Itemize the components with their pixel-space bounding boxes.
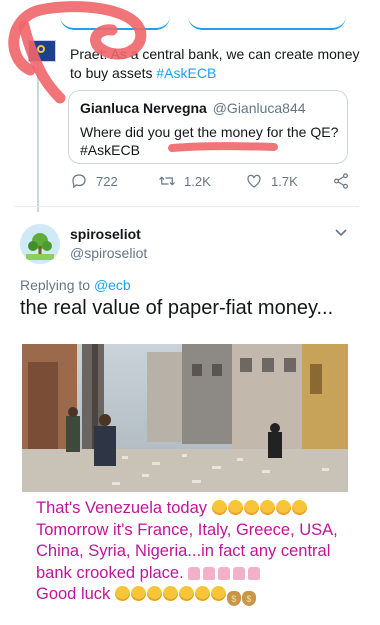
- ecb-logo-icon: [37, 45, 45, 53]
- share-button[interactable]: [332, 172, 350, 190]
- quote-author-name: Gianluca Nervegna: [80, 100, 207, 116]
- top-partial-button-left[interactable]: [60, 0, 170, 30]
- context-line1: Praet: As a central bank, we can create …: [70, 46, 360, 62]
- laughing-emoji-icon: [291, 500, 307, 515]
- chevron-down-icon[interactable]: [334, 225, 348, 243]
- user-display-name[interactable]: spiroseliot: [70, 226, 141, 242]
- replying-to-handle[interactable]: @ecb: [94, 277, 131, 293]
- laughing-emoji-icon: [130, 586, 146, 601]
- laughing-emoji-icon: [243, 500, 259, 515]
- quote-hashtag[interactable]: #AskECB: [80, 142, 140, 158]
- context-tweet-text: Praet: As a central bank, we can create …: [70, 45, 360, 83]
- ecb-avatar[interactable]: [28, 40, 56, 62]
- thumbs-up-icon: [233, 566, 246, 580]
- retweet-button[interactable]: 1.2K: [158, 172, 211, 190]
- emoji-group-2: [188, 564, 263, 582]
- laughing-emoji-icon: [194, 586, 210, 601]
- top-partial-button-right[interactable]: [188, 0, 346, 30]
- street-photo[interactable]: [22, 344, 348, 492]
- like-button[interactable]: 1.7K: [245, 172, 298, 190]
- caption-line3: China, Syria, Nigeria...in fact any cent…: [36, 542, 331, 560]
- quote-text-line1: Where did you get the money for the QE?: [80, 124, 339, 140]
- caption-line1: That's Venezuela today: [36, 499, 208, 517]
- emoji-group-3: $ $: [114, 585, 257, 606]
- replying-to: Replying to @ecb: [20, 277, 131, 293]
- reply-count: 722: [96, 173, 118, 189]
- quote-author-handle: @Gianluca844: [212, 100, 306, 116]
- thread-divider: [14, 206, 359, 207]
- retweet-icon: [159, 176, 175, 186]
- context-hashtag[interactable]: #AskECB: [156, 65, 216, 81]
- laughing-emoji-icon: [210, 586, 226, 601]
- tweet-action-bar: 722 1.2K 1.7K: [0, 172, 380, 196]
- reply-tweet-text: the real value of paper-fiat money...: [20, 297, 334, 319]
- laughing-emoji-icon: [227, 500, 243, 515]
- like-icon: [247, 174, 261, 188]
- thumbs-up-icon: [248, 566, 261, 580]
- retweet-count: 1.2K: [184, 173, 211, 189]
- like-count: 1.7K: [271, 173, 298, 189]
- share-icon: [334, 173, 348, 189]
- caption-line2: Tomorrow it's France, Italy, Greece, USA…: [36, 520, 338, 539]
- laughing-emoji-icon: [114, 586, 130, 601]
- money-bag-icon: $: [226, 591, 241, 606]
- caption-text: That's Venezuela today Tomorrow it's Fra…: [36, 498, 366, 606]
- replying-to-label: Replying to: [20, 277, 94, 293]
- reply-icon: [72, 174, 86, 189]
- laughing-emoji-icon: [162, 586, 178, 601]
- quoted-tweet-card[interactable]: Gianluca Nervegna @Gianluca844 Where did…: [68, 90, 348, 164]
- laughing-emoji-icon: [259, 500, 275, 515]
- laughing-emoji-icon: [211, 500, 227, 515]
- money-bag-icon: $: [241, 591, 256, 606]
- caption-line4: bank crooked place.: [36, 563, 184, 582]
- user-avatar[interactable]: [20, 224, 60, 264]
- thumbs-up-icon: [203, 566, 216, 580]
- emoji-group-1: [211, 499, 308, 517]
- laughing-emoji-icon: [146, 586, 162, 601]
- thumbs-up-icon: [218, 566, 231, 580]
- user-handle: @spiroseliot: [70, 245, 148, 261]
- thumbs-up-icon: [188, 566, 201, 580]
- caption-line5: Good luck: [36, 585, 111, 603]
- context-line2: to buy assets: [70, 65, 157, 81]
- reply-button[interactable]: 722: [70, 172, 118, 190]
- laughing-emoji-icon: [178, 586, 194, 601]
- laughing-emoji-icon: [275, 500, 291, 515]
